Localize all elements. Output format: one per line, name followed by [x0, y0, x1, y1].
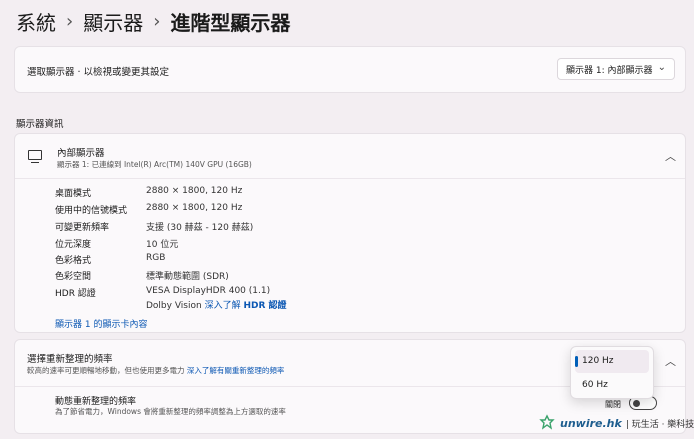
chevron-right-icon: ›: [153, 10, 161, 32]
hdr-line2: Dolby Vision 深入了解 HDR 認證: [146, 298, 287, 311]
info-row-value: 標準動態範圍 (SDR): [146, 272, 229, 282]
breadcrumb-system[interactable]: 系統: [16, 7, 56, 36]
chevron-right-icon: ›: [66, 10, 74, 32]
display-info-title: 內部顯示器: [57, 148, 105, 159]
refresh-rate-desc-text: 較高的速率可更順暢地移動，但也使用更多電力: [27, 366, 185, 375]
info-row-value: 10 位元: [146, 240, 179, 250]
refresh-rate-learn-link[interactable]: 深入了解有關重新整理的頻率: [187, 366, 285, 375]
select-display-label: 選取顯示器 · 以檢視或變更其設定: [27, 67, 170, 78]
select-display-card: 選取顯示器 · 以檢視或變更其設定 顯示器 1: 內部顯示器 ⌄: [14, 46, 686, 93]
refresh-option-120hz[interactable]: 120 Hz: [575, 350, 649, 373]
info-row-value: 支援 (30 赫茲 - 120 赫茲): [146, 223, 254, 233]
learn-hdr-link-bold: HDR 認證: [243, 301, 287, 311]
display-info-subtitle: 顯示器 1: 已連線到 Intel(R) Arc(TM) 140V GPU (1…: [57, 160, 252, 169]
info-row-key: 桌面模式: [55, 189, 92, 199]
info-row-key: 位元深度: [55, 240, 92, 250]
refresh-option-60hz[interactable]: 60 Hz: [575, 374, 649, 397]
refresh-rate-title: 選擇重新整理的頻率: [27, 354, 113, 365]
info-row-value: RGB: [146, 253, 166, 263]
refresh-rate-dropdown-list: 120 Hz 60 Hz: [570, 346, 654, 399]
learn-hdr-link[interactable]: 深入了解 HDR 認證: [205, 301, 287, 311]
info-row-key: HDR 認證: [55, 289, 96, 299]
watermark-tagline: | 玩生活 · 樂科技: [625, 419, 694, 430]
display-select-value: 顯示器 1: 內部顯示器: [566, 65, 653, 76]
chevron-up-icon[interactable]: ︿: [665, 353, 676, 369]
info-row-value: VESA DisplayHDR 400 (1.1): [146, 286, 271, 296]
chevron-up-icon[interactable]: ︿: [665, 148, 676, 164]
info-row-key: 可變更新頻率: [55, 223, 110, 233]
breadcrumb-display[interactable]: 顯示器: [83, 7, 143, 36]
info-row-key: 色彩格式: [55, 256, 92, 266]
adapter-properties-link[interactable]: 顯示器 1 的顯示卡內容: [55, 317, 147, 330]
display-select-dropdown[interactable]: 顯示器 1: 內部顯示器 ⌄: [557, 58, 675, 80]
dolby-vision-text: Dolby Vision: [146, 301, 202, 311]
unwire-logo-icon: [538, 414, 556, 432]
dynamic-refresh-toggle-label: 關閉: [605, 400, 621, 409]
breadcrumb: 系統 › 顯示器 › 進階型顯示器: [16, 6, 290, 36]
chevron-down-icon: ⌄: [657, 62, 666, 73]
watermark: unwire.hk | 玩生活 · 樂科技: [538, 412, 694, 434]
refresh-rate-desc: 較高的速率可更順暢地移動，但也使用更多電力 深入了解有關重新整理的頻率: [27, 365, 284, 376]
info-row-value: 2880 × 1800, 120 Hz: [146, 203, 243, 213]
info-row-key: 色彩空間: [55, 272, 92, 282]
display-info-card: 內部顯示器 顯示器 1: 已連線到 Intel(R) Arc(TM) 140V …: [14, 133, 686, 333]
watermark-brand: unwire.hk: [560, 416, 622, 430]
learn-hdr-link-text: 深入了解: [204, 301, 241, 311]
laptop-icon: [28, 150, 42, 164]
dynamic-refresh-desc: 為了節省電力，Windows 會將重新整理的頻率調整為上方選取的速率: [55, 407, 286, 416]
info-row-value: 2880 × 1800, 120 Hz: [146, 186, 243, 196]
page-title: 進階型顯示器: [170, 10, 291, 35]
display-info-header[interactable]: 內部顯示器 顯示器 1: 已連線到 Intel(R) Arc(TM) 140V …: [15, 134, 685, 179]
section-title-display-info: 顯示器資訊: [16, 119, 64, 130]
info-row-key: 使用中的信號模式: [55, 206, 128, 216]
